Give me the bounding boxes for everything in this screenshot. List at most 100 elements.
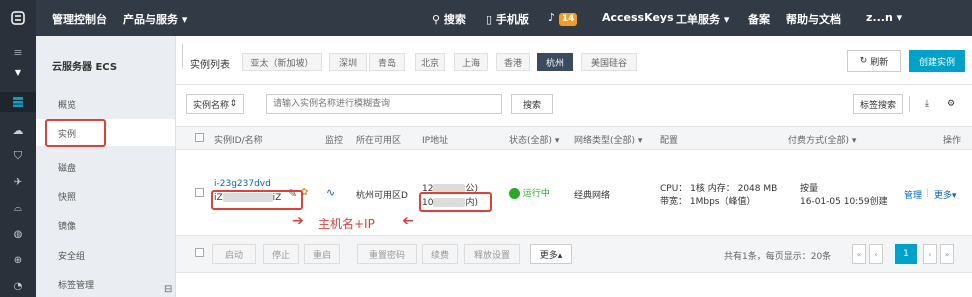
notification-badge: 14	[558, 13, 578, 26]
hostname-highlight-box	[211, 190, 303, 210]
sidebar-item-label: 镜像	[58, 222, 77, 232]
top-navigation-bar: 管理控制台 产品与服务 ▾ ⚲ 搜索 ▯ 手机版 ♪ 14 AccessKeys…	[0, 0, 972, 36]
status-label: 运行中	[522, 189, 550, 199]
pagination-summary: 共有1条，每页显示：20条	[724, 252, 832, 262]
database-icon[interactable]: ◍	[0, 224, 36, 244]
column-header-status-filter[interactable]: 状态(全部) ▾	[509, 133, 559, 146]
prev-page-button[interactable]: ‹	[869, 244, 883, 264]
filter-field-select[interactable]: 实例名称 ⇕	[186, 94, 244, 114]
select-all-checkbox[interactable]	[195, 133, 204, 142]
instance-id-link[interactable]: i-23g237dvd	[214, 179, 271, 189]
sidebar-item-label: 概览	[58, 101, 77, 111]
ecs-sidebar: 云服务器 ECS 概览 实例 磁盘 快照 镜像 安全组 标签管理	[36, 36, 176, 297]
pay-type: 按量	[800, 184, 819, 194]
footer-select-all-checkbox[interactable]	[195, 248, 204, 257]
start-button[interactable]: 启动	[212, 244, 256, 264]
status-badge: 运行中	[509, 186, 550, 199]
tag-search-button[interactable]: 标签搜索	[853, 94, 903, 114]
accesskeys-link[interactable]: AccessKeys	[602, 11, 674, 24]
user-menu[interactable]: z...n ▾	[866, 11, 902, 24]
mobile-label: 手机版	[495, 13, 529, 26]
search-button[interactable]: 搜索	[511, 94, 553, 114]
manage-link[interactable]: 管理	[904, 188, 922, 201]
ip-highlight-box	[419, 192, 492, 212]
gear-icon[interactable]: ⚙	[940, 94, 962, 114]
tab-region-hongkong[interactable]: 香港	[496, 53, 530, 71]
search-input[interactable]	[266, 94, 502, 114]
column-header-ip: IP地址	[422, 136, 449, 146]
sidebar-item-label: 标签管理	[58, 281, 95, 291]
footer-more-button[interactable]: 更多▴	[530, 244, 572, 264]
user-name: z...n ▾	[866, 11, 903, 24]
mobile-link[interactable]: ▯ 手机版	[486, 11, 529, 27]
first-page-button[interactable]: «	[852, 244, 866, 264]
title-divider	[182, 44, 183, 68]
sidebar-item-snapshots[interactable]: 快照	[36, 182, 175, 209]
last-page-button[interactable]: »	[940, 244, 954, 264]
search-icon: ⚲	[432, 13, 441, 26]
tab-region-qingdao[interactable]: 青岛	[369, 53, 405, 71]
config-cpu-memory: CPU： 1核 内存： 2048 MB	[660, 184, 778, 194]
export-icon[interactable]: ⤓	[916, 94, 938, 114]
column-header-instance-id: 实例ID/名称	[214, 136, 263, 146]
monitor-icon[interactable]: ◔	[0, 276, 36, 296]
products-menu[interactable]: 产品与服务 ▾	[123, 11, 187, 27]
filter-select-label: 实例名称	[193, 100, 230, 111]
row-checkbox[interactable]	[195, 188, 204, 197]
tab-region-us-silicon-valley[interactable]: 美国硅谷	[581, 53, 637, 71]
notification-button[interactable]: ♪ 14	[548, 11, 578, 26]
sidebar-item-label: 快照	[58, 193, 77, 203]
sidebar-item-overview[interactable]: 概览	[36, 90, 175, 117]
header-divider	[176, 84, 972, 85]
create-instance-button[interactable]: 创建实例	[909, 50, 965, 72]
column-header-network-filter[interactable]: 网络类型(全部) ▾	[574, 133, 642, 146]
sidebar-item-security-groups[interactable]: 安全组	[36, 241, 175, 268]
refresh-label: 刷新	[870, 57, 889, 68]
restart-button[interactable]: 重启	[304, 244, 340, 264]
tab-region-shanghai[interactable]: 上海	[454, 53, 488, 71]
search-link[interactable]: ⚲ 搜索	[432, 11, 466, 27]
cdn-icon[interactable]: ✈	[0, 172, 36, 192]
column-header-pay-filter[interactable]: 付费方式(全部) ▾	[788, 133, 856, 146]
main-content: 实例列表 亚太（新加坡） 深圳 青岛 北京 上海 香港 杭州 美国硅谷 ↻ 刷新…	[176, 36, 972, 297]
column-header-actions: 操作	[943, 136, 962, 146]
column-header-zone: 所在可用区	[356, 136, 402, 146]
tab-region-singapore[interactable]: 亚太（新加坡）	[242, 53, 322, 71]
sidebar-collapse-icon[interactable]: ⊟	[164, 284, 172, 295]
tickets-menu[interactable]: 工单服务 ▾	[676, 11, 729, 27]
monitor-chart-icon[interactable]: ∿	[326, 186, 335, 199]
release-settings-button[interactable]: 释放设置	[464, 244, 520, 264]
network-icon[interactable]: ⊕	[0, 250, 36, 270]
page-1-button[interactable]: 1	[895, 244, 917, 264]
next-page-button[interactable]: ›	[923, 244, 937, 264]
help-menu[interactable]: 帮助与文档	[786, 11, 841, 27]
tab-region-beijing[interactable]: 北京	[415, 53, 445, 71]
sidebar-item-disks[interactable]: 磁盘	[36, 153, 175, 180]
console-logo-icon[interactable]	[0, 0, 36, 36]
menu-icon[interactable]: ≡	[0, 42, 36, 62]
record-link[interactable]: 备案	[748, 11, 770, 27]
stop-button[interactable]: 停止	[263, 244, 299, 264]
renew-button[interactable]: 续费	[422, 244, 458, 264]
sidebar-item-tags[interactable]: 标签管理	[36, 270, 175, 297]
toolbar-divider	[909, 96, 910, 112]
refresh-button[interactable]: ↻ 刷新	[847, 50, 901, 72]
tab-region-shenzhen[interactable]: 深圳	[329, 53, 367, 71]
shield-icon[interactable]: ⛉	[0, 146, 36, 166]
sidebar-item-images[interactable]: 镜像	[36, 211, 175, 238]
ecs-server-icon[interactable]	[0, 92, 36, 112]
console-home-link[interactable]: 管理控制台	[52, 11, 107, 27]
product-icon-bar: ≡ ▼ ☁ ⛉ ✈ ⌓ ◍ ⊕ ◔	[0, 36, 36, 297]
more-actions-link[interactable]: 更多▾	[934, 188, 957, 201]
reset-password-button[interactable]: 重置密码	[357, 244, 417, 264]
cloud-icon[interactable]: ☁	[0, 120, 36, 140]
column-header-monitor: 监控	[325, 136, 344, 146]
column-header-config: 配置	[660, 136, 679, 146]
config-bandwidth: 带宽： 1Mbps（峰值）	[660, 197, 756, 207]
instances-highlight-box	[45, 119, 106, 147]
tab-region-hangzhou[interactable]: 杭州	[537, 53, 573, 71]
network-type: 经典网络	[574, 191, 611, 201]
chevron-down-icon[interactable]: ▼	[0, 62, 36, 82]
storage-icon[interactable]: ⌓	[0, 198, 36, 218]
zone-value: 杭州可用区D	[356, 191, 408, 201]
